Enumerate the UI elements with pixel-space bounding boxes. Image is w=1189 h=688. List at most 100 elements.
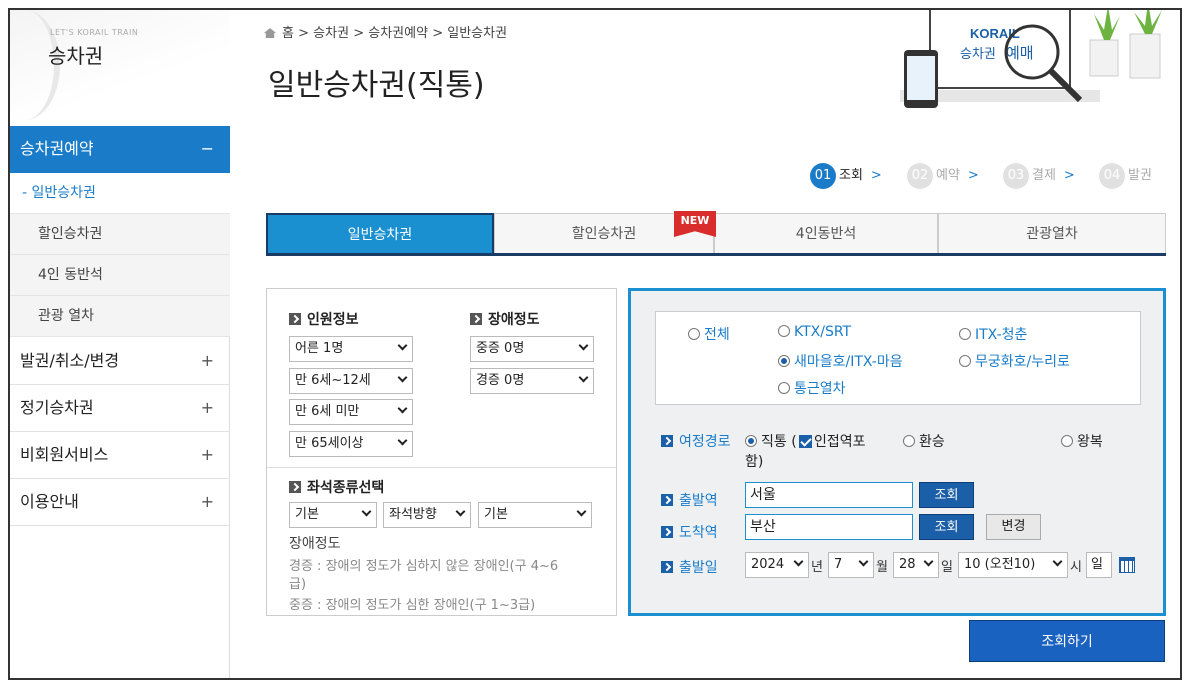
departure-search-button[interactable]: 조회 [919, 482, 974, 508]
expand-icon[interactable]: + [201, 479, 214, 525]
chevron-down-icon [793, 556, 804, 567]
radio-label: 왕복 [1077, 434, 1103, 450]
step-number: 02 [907, 163, 933, 189]
train-type-box: 전체 KTX/SRT ITX-청춘 새마을호/ITX-마음 무궁화호/누리로 통… [655, 311, 1141, 405]
step-number: 01 [810, 163, 836, 189]
departure-input[interactable]: 서울 [745, 482, 913, 508]
adjacent-station-checkbox[interactable]: 인접역포 [799, 431, 866, 451]
select-value: 만 6세 미만 [295, 404, 360, 419]
severe-disability-select[interactable]: 중증 0명 [470, 336, 594, 362]
select-value: 10 (오전10) [964, 557, 1036, 572]
chevron-down-icon [397, 435, 408, 446]
senior-select[interactable]: 만 65세이상 [289, 431, 413, 457]
radio-label: 무궁화호/누리로 [975, 354, 1070, 370]
tab-tour-train[interactable]: 관광열차 [938, 213, 1166, 253]
sidebar-subitem-general-ticket[interactable]: - 일반승차권 [10, 173, 230, 214]
radio-selected-icon [778, 355, 790, 367]
sidebar-item-non-member[interactable]: 비회원서비스 + [10, 432, 230, 479]
sidebar-item-label: 발권/취소/변경 [20, 351, 120, 370]
seat-extra-select[interactable]: 기본 [478, 502, 592, 528]
expand-icon[interactable]: + [201, 432, 214, 478]
select-value: 2024 [751, 557, 785, 572]
breadcrumb-l3: 일반승차권 [447, 26, 508, 41]
heading-text: 장애정도 [488, 312, 540, 328]
month-unit: 월 [876, 560, 888, 575]
label-text: 여정경로 [679, 434, 731, 450]
search-trains-button[interactable]: 조회하기 [969, 620, 1165, 662]
ticket-tabs: 일반승차권 할인승차권 4인동반석 관광열차 [266, 213, 1166, 256]
chevron-down-icon [923, 556, 934, 567]
sidebar-item-ticket-reservation[interactable]: 승차권예약 − [10, 126, 230, 173]
radio-train-all[interactable]: 전체 [688, 324, 730, 344]
step-label: 발권 [1128, 168, 1152, 183]
expand-icon[interactable]: + [201, 338, 214, 384]
checkbox-label: 인접역포 [814, 434, 866, 450]
radio-route-direct[interactable]: 직통 ( [745, 431, 797, 451]
adult-select[interactable]: 어른 1명 [289, 336, 413, 362]
collapse-icon[interactable]: − [201, 126, 214, 172]
infant-select[interactable]: 만 6세 미만 [289, 399, 413, 425]
arrow-bullet-icon [470, 313, 482, 325]
breadcrumb-l2[interactable]: 승차권예약 [368, 26, 428, 41]
swap-stations-button[interactable]: 변경 [986, 514, 1041, 540]
radio-label: 환승 [919, 434, 945, 450]
radio-label: 통근열차 [794, 381, 846, 397]
sidebar-subitem-tour-train[interactable]: 관광 열차 [10, 296, 230, 337]
radio-label: 전체 [704, 327, 730, 343]
step-search: 01 조회 > [810, 163, 882, 189]
arrow-bullet-icon [289, 481, 301, 493]
breadcrumb: 홈 > 승차권 > 승차권예약 > 일반승차권 [264, 22, 507, 41]
radio-route-round[interactable]: 왕복 [1061, 431, 1103, 451]
calendar-icon[interactable] [1119, 557, 1135, 573]
select-value: 기본 [295, 507, 319, 522]
select-value: 좌석방향 [389, 507, 437, 522]
departure-date-label: 출발일 [661, 557, 718, 577]
sidebar-item-guide[interactable]: 이용안내 + [10, 479, 230, 526]
seat-direction-select[interactable]: 좌석방향 [383, 502, 471, 528]
breadcrumb-home[interactable]: 홈 [282, 26, 294, 41]
arrival-label: 도착역 [661, 522, 718, 542]
departure-label: 출발역 [661, 490, 718, 510]
tab-family-seat[interactable]: 4인동반석 [714, 213, 938, 253]
radio-selected-icon [745, 435, 757, 447]
chevron-down-icon [578, 340, 589, 351]
sidebar-item-season-ticket[interactable]: 정기승차권 + [10, 385, 230, 432]
sidebar-item-label: 이용안내 [20, 492, 79, 511]
seat-type-select[interactable]: 기본 [289, 502, 377, 528]
step-label: 조회 [839, 168, 863, 183]
select-value: 중증 0명 [476, 341, 525, 356]
child-select[interactable]: 만 6세~12세 [289, 368, 413, 394]
disability-note-severe: 중증 : 장애의 정도가 심한 장애인(구 1~3급) [289, 598, 536, 613]
year-select[interactable]: 2024 [745, 552, 809, 578]
arrival-input[interactable]: 부산 [745, 514, 913, 540]
radio-train-commuter[interactable]: 통근열차 [778, 378, 846, 398]
radio-route-transfer[interactable]: 환승 [903, 431, 945, 451]
tab-general-ticket[interactable]: 일반승차권 [266, 213, 494, 253]
radio-icon [1061, 435, 1073, 447]
hour-select[interactable]: 10 (오전10) [958, 552, 1068, 578]
breadcrumb-l1[interactable]: 승차권 [313, 26, 349, 41]
radio-train-saemaeul[interactable]: 새마을호/ITX-마음 [778, 351, 903, 371]
sidebar-subitem-family-seat[interactable]: 4인 동반석 [10, 255, 230, 296]
weekday-display: 일 [1086, 552, 1112, 578]
month-select[interactable]: 7 [828, 552, 874, 578]
sidebar-item-issue-cancel[interactable]: 발권/취소/변경 + [10, 338, 230, 385]
arrival-search-button[interactable]: 조회 [919, 514, 974, 540]
step-label: 결제 [1032, 168, 1056, 183]
chevron-down-icon [1052, 556, 1063, 567]
mild-disability-select[interactable]: 경증 0명 [470, 368, 594, 394]
radio-train-mugunghwa[interactable]: 무궁화호/누리로 [959, 351, 1070, 371]
day-select[interactable]: 28 [893, 552, 939, 578]
disability-note-mild: 경증 : 장애의 정도가 심하지 않은 장애인(구 4~6 [289, 559, 559, 574]
chevron-down-icon [361, 506, 372, 517]
expand-icon[interactable]: + [201, 385, 214, 431]
search-panel: 전체 KTX/SRT ITX-청춘 새마을호/ITX-마음 무궁화호/누리로 통… [628, 288, 1166, 616]
sidebar-subitem-discount-ticket[interactable]: 할인승차권 [10, 214, 230, 255]
disability-note-mild-cont: 급) [289, 577, 307, 592]
radio-icon [903, 435, 915, 447]
radio-icon [959, 355, 971, 367]
chevron-right-icon: > [870, 168, 882, 183]
radio-train-ktx[interactable]: KTX/SRT [778, 324, 851, 340]
radio-train-itx-cheongchun[interactable]: ITX-청춘 [959, 324, 1027, 344]
radio-icon [688, 328, 700, 340]
